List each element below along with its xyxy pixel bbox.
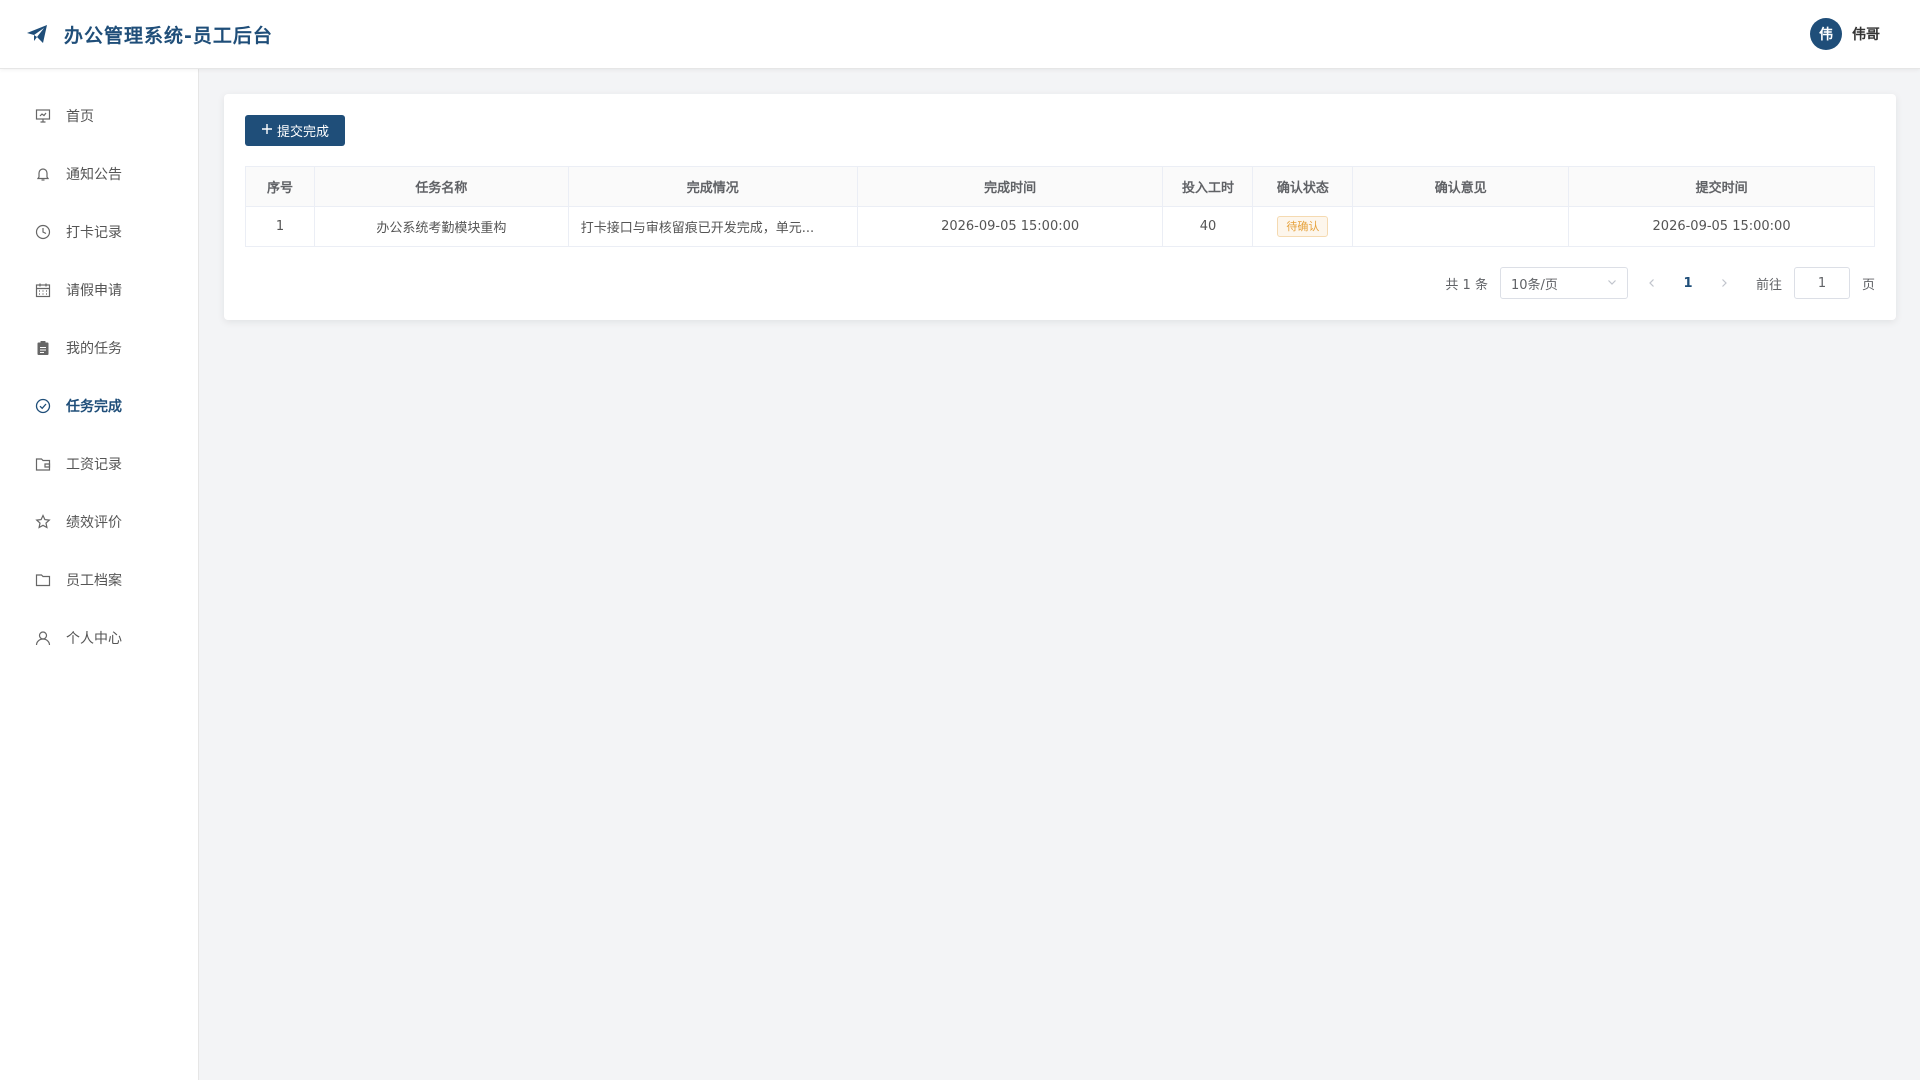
page-number-current[interactable]: 1 [1676, 276, 1700, 291]
pagination-total: 共 1 条 [1445, 277, 1488, 293]
folder-icon [34, 571, 52, 589]
paper-plane-icon [24, 21, 50, 47]
page-size-select[interactable]: 10条/页 [1499, 267, 1628, 299]
column-header-index: 序号 [245, 166, 315, 207]
sidebar-item-label: 我的任务 [66, 341, 122, 357]
presentation-icon [34, 107, 52, 125]
chevron-left-icon [1649, 279, 1654, 287]
cell-task-name: 办公系统考勤模块重构 [313, 206, 569, 247]
avatar: 伟 [1810, 18, 1842, 50]
sidebar-item-attendance[interactable]: 打卡记录 [0, 203, 198, 261]
cell-status: 待确认 [1252, 206, 1354, 247]
cell-opinion [1352, 206, 1570, 247]
column-header-finish-time: 完成时间 [856, 166, 1164, 207]
sidebar-item-label: 通知公告 [66, 167, 122, 183]
user-icon [34, 629, 52, 647]
cell-index: 1 [245, 206, 315, 247]
cell-submit-time: 2026-09-05 15:00:00 [1568, 206, 1875, 247]
sidebar-item-archive[interactable]: 员工档案 [0, 551, 198, 609]
column-header-opinion: 确认意见 [1352, 166, 1570, 207]
sidebar-item-performance[interactable]: 绩效评价 [0, 493, 198, 551]
sidebar-item-label: 任务完成 [66, 399, 122, 415]
app-title: 办公管理系统-员工后台 [64, 24, 273, 47]
user-menu[interactable]: 伟 伟哥 [1810, 18, 1880, 50]
chevron-right-icon [1722, 279, 1727, 287]
column-header-submit-time: 提交时间 [1568, 166, 1875, 207]
chevron-down-icon [1607, 276, 1617, 291]
sidebar-item-task-complete[interactable]: 任务完成 [0, 377, 198, 435]
clock-icon [34, 223, 52, 241]
pagination: 共 1 条 10条/页 1 前往 页 [245, 267, 1875, 299]
sidebar-item-my-tasks[interactable]: 我的任务 [0, 319, 198, 377]
cell-hours: 40 [1162, 206, 1254, 247]
sidebar-item-label: 打卡记录 [66, 225, 122, 241]
sidebar-item-home[interactable]: 首页 [0, 87, 198, 145]
plus-icon [261, 123, 273, 139]
column-header-completion: 完成情况 [567, 166, 858, 207]
sidebar-item-leave[interactable]: 请假申请 [0, 261, 198, 319]
calendar-icon [34, 281, 52, 299]
bell-icon [34, 165, 52, 183]
submit-complete-button[interactable]: 提交完成 [245, 115, 346, 146]
sidebar-item-label: 绩效评价 [66, 515, 122, 531]
page-suffix: 页 [1861, 277, 1875, 293]
submit-complete-label: 提交完成 [277, 125, 330, 140]
wallet-icon [34, 455, 52, 473]
sidebar: 首页 通知公告 打卡记录 请假申请 我的任务 任务完成 工资记录 绩效评价 员工… [0, 69, 199, 1080]
column-header-task-name: 任务名称 [313, 166, 569, 207]
sidebar-item-label: 员工档案 [66, 573, 122, 589]
table-header-row: 序号 任务名称 完成情况 完成时间 投入工时 确认状态 确认意见 提交时间 [245, 166, 1875, 207]
sidebar-item-label: 个人中心 [66, 631, 122, 647]
sidebar-item-notice[interactable]: 通知公告 [0, 145, 198, 203]
column-header-hours: 投入工时 [1162, 166, 1254, 207]
cell-finish-time: 2026-09-05 15:00:00 [856, 206, 1164, 247]
cell-completion: 打卡接口与审核留痕已开发完成，单元... [567, 206, 858, 247]
prev-page-button[interactable] [1640, 271, 1664, 295]
column-header-status: 确认状态 [1252, 166, 1354, 207]
sidebar-item-label: 首页 [66, 109, 94, 125]
check-circle-icon [34, 397, 52, 415]
next-page-button[interactable] [1712, 271, 1736, 295]
brand[interactable]: 办公管理系统-员工后台 [24, 21, 273, 48]
user-name: 伟哥 [1852, 27, 1880, 43]
status-badge: 待确认 [1277, 216, 1329, 237]
star-icon [34, 513, 52, 531]
table-row[interactable]: 1 办公系统考勤模块重构 打卡接口与审核留痕已开发完成，单元... 2026-0… [245, 206, 1875, 247]
clipboard-icon [34, 339, 52, 357]
sidebar-item-label: 请假申请 [66, 283, 122, 299]
goto-label: 前往 [1755, 277, 1782, 293]
page-size-value: 10条/页 [1510, 277, 1558, 293]
goto-page-input[interactable] [1793, 267, 1850, 299]
task-table: 序号 任务名称 完成情况 完成时间 投入工时 确认状态 确认意见 提交时间 1 … [245, 166, 1875, 247]
sidebar-item-profile[interactable]: 个人中心 [0, 609, 198, 667]
top-header: 办公管理系统-员工后台 伟 伟哥 [0, 0, 1920, 69]
main-card: 提交完成 序号 任务名称 完成情况 完成时间 投入工时 确认状态 确认意见 提交… [224, 94, 1896, 320]
sidebar-item-label: 工资记录 [66, 457, 122, 473]
sidebar-item-salary[interactable]: 工资记录 [0, 435, 198, 493]
